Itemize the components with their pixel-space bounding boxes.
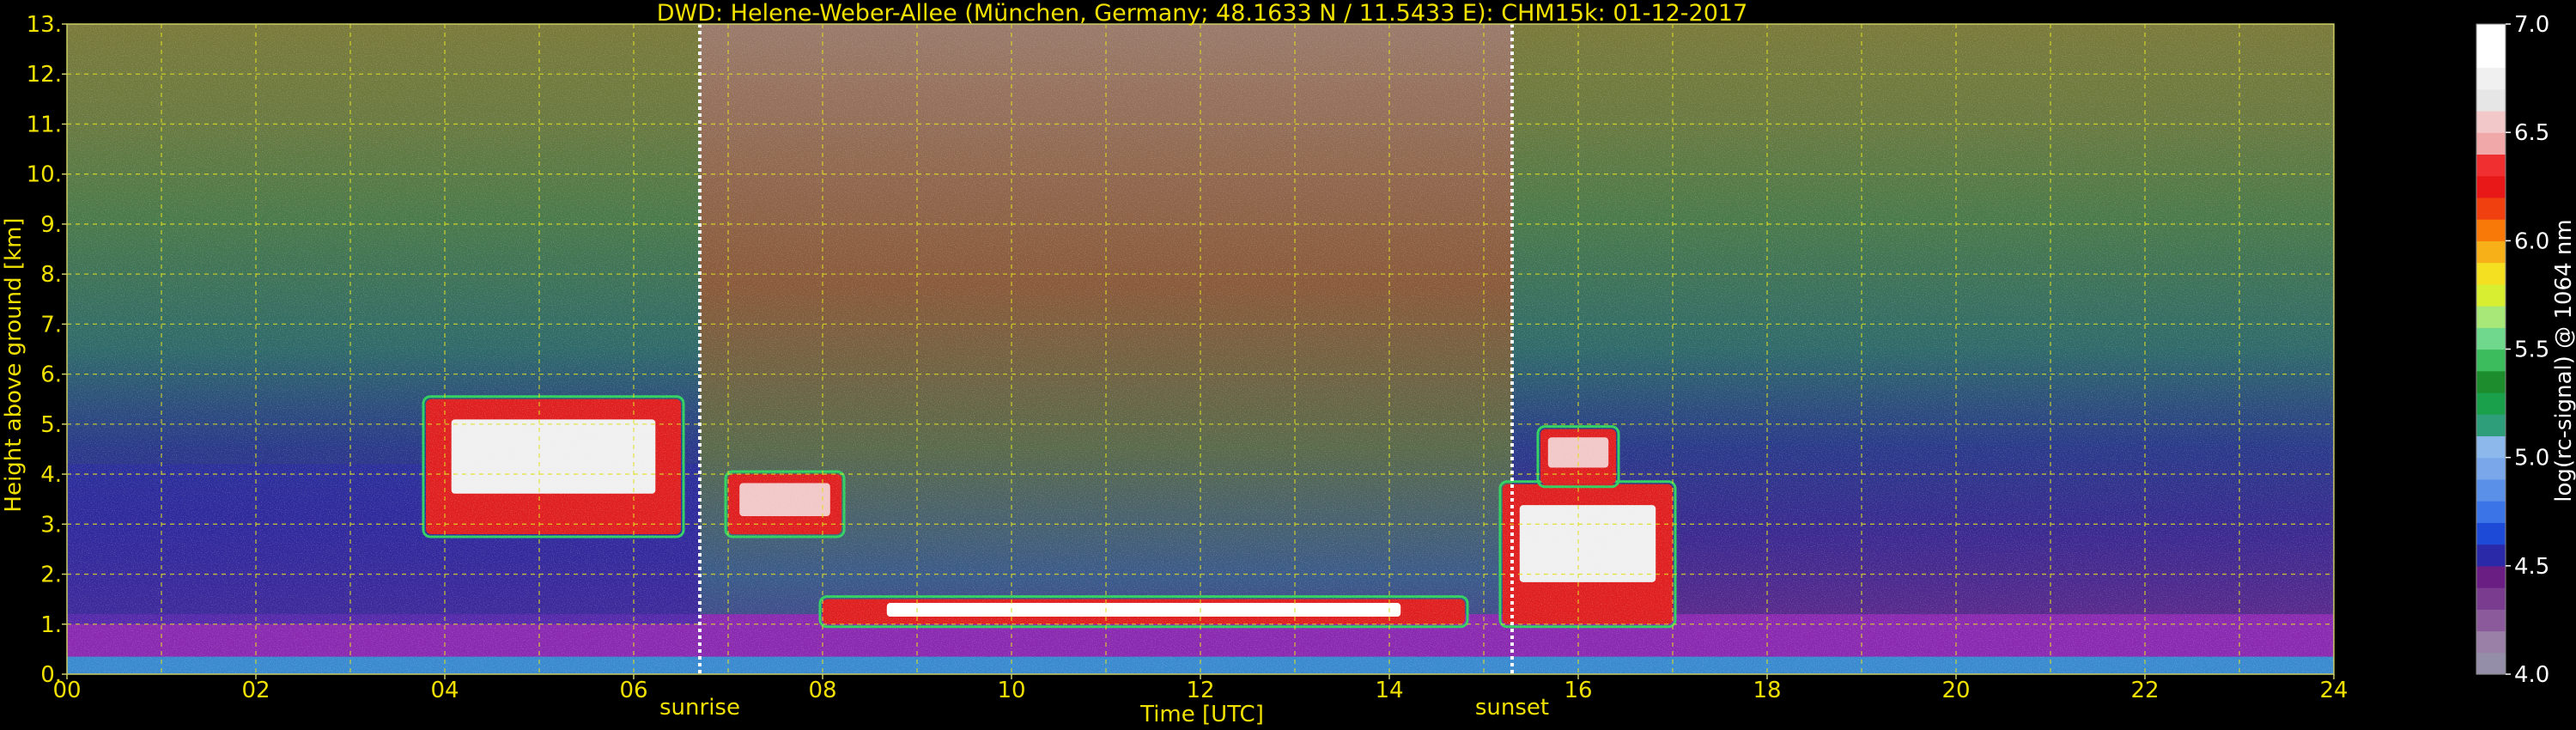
x-tick-label: 04 xyxy=(430,678,459,703)
y-tick-label: 6. xyxy=(40,362,62,388)
colorbar-swatch xyxy=(2476,414,2506,437)
colorbar-swatch xyxy=(2476,392,2506,415)
colorbar-swatch xyxy=(2476,283,2506,307)
colorbar-swatch xyxy=(2476,609,2506,632)
colorbar-swatch xyxy=(2476,67,2506,90)
y-tick-label: 3. xyxy=(40,512,62,538)
x-tick-label: 16 xyxy=(1564,678,1592,703)
colorbar-swatch xyxy=(2476,88,2506,112)
colorbar-swatch xyxy=(2476,652,2506,675)
x-tick-label: 06 xyxy=(619,678,647,703)
x-tick-label: 24 xyxy=(2319,678,2348,703)
colorbar-swatch xyxy=(2476,370,2506,393)
colorbar-swatch xyxy=(2476,522,2506,545)
colorbar-swatch xyxy=(2476,306,2506,328)
y-tick-label: 12. xyxy=(27,62,62,88)
ceilometer-chart: sunrise sunset 0.1.2.3.4.5.6.7.8.9.10.11.… xyxy=(1,0,2576,727)
marker-label-sunrise: sunrise xyxy=(659,695,740,721)
marker-label-sunset: sunset xyxy=(1475,695,1549,721)
y-tick-label: 8. xyxy=(40,262,62,288)
x-tick-label: 20 xyxy=(1941,678,1970,703)
y-tick-label: 13. xyxy=(27,12,62,38)
colorbar-swatch xyxy=(2476,154,2506,177)
y-tick-label: 1. xyxy=(40,612,62,638)
colorbar-swatch xyxy=(2476,630,2506,654)
y-tick-labels: 0.1.2.3.4.5.6.7.8.9.10.11.12.13. xyxy=(27,12,67,688)
colorbar-swatch xyxy=(2476,587,2506,610)
colorbar-tick-label: 5.0 xyxy=(2514,446,2549,471)
y-tick-label: 2. xyxy=(40,563,62,588)
y-tick-label: 7. xyxy=(40,312,62,338)
colorbar-swatch xyxy=(2476,110,2506,133)
y-axis-label: Height above ground [km] xyxy=(1,217,27,512)
colorbar-swatch xyxy=(2476,240,2506,264)
x-axis-label: Time [UTC] xyxy=(1139,702,1264,727)
x-tick-label: 14 xyxy=(1375,678,1403,703)
y-tick-label: 4. xyxy=(40,462,62,488)
x-tick-label: 02 xyxy=(241,678,270,703)
colorbar-swatch xyxy=(2476,24,2506,46)
colorbar-swatch xyxy=(2476,565,2506,588)
colorbar-swatch xyxy=(2476,544,2506,567)
x-tick-label: 00 xyxy=(52,678,81,703)
colorbar-swatch xyxy=(2476,219,2506,241)
colorbar: 4.0 4.5 5.0 5.5 6.0 6.5 7.0 xyxy=(2476,12,2549,688)
y-tick-label: 11. xyxy=(27,112,62,137)
colorbar-tick-label: 5.5 xyxy=(2514,338,2549,363)
colorbar-swatch xyxy=(2476,435,2506,459)
colorbar-swatch xyxy=(2476,197,2506,220)
x-tick-label: 10 xyxy=(997,678,1025,703)
y-tick-label: 5. xyxy=(40,412,62,438)
colorbar-tick-label: 4.5 xyxy=(2514,554,2549,580)
chart-title: DWD: Helene-Weber-Allee (München, German… xyxy=(657,0,1748,27)
colorbar-swatch xyxy=(2476,327,2506,350)
colorbar-swatch xyxy=(2476,175,2506,198)
colorbar-swatch xyxy=(2476,132,2506,155)
y-tick-label: 10. xyxy=(27,162,62,188)
y-tick-label: 9. xyxy=(40,212,62,238)
colorbar-label: log(rc-signal) @ 1064 nm xyxy=(2551,219,2576,502)
colorbar-tick-label: 7.0 xyxy=(2514,12,2549,38)
colorbar-swatch xyxy=(2476,457,2506,480)
x-tick-label: 08 xyxy=(808,678,836,703)
x-tick-labels: 00 02 04 06 08 10 12 14 16 18 20 22 24 xyxy=(52,674,2348,703)
colorbar-swatch xyxy=(2476,478,2506,502)
x-tick-label: 22 xyxy=(2130,678,2159,703)
colorbar-swatch xyxy=(2476,262,2506,285)
x-tick-label: 12 xyxy=(1186,678,1214,703)
x-tick-label: 18 xyxy=(1753,678,1781,703)
colorbar-swatch xyxy=(2476,46,2506,69)
colorbar-tick-label: 6.5 xyxy=(2514,120,2549,146)
colorbar-tick-label: 6.0 xyxy=(2514,228,2549,254)
colorbar-swatch xyxy=(2476,501,2506,523)
colorbar-tick-label: 4.0 xyxy=(2514,662,2549,688)
colorbar-swatch xyxy=(2476,349,2506,372)
